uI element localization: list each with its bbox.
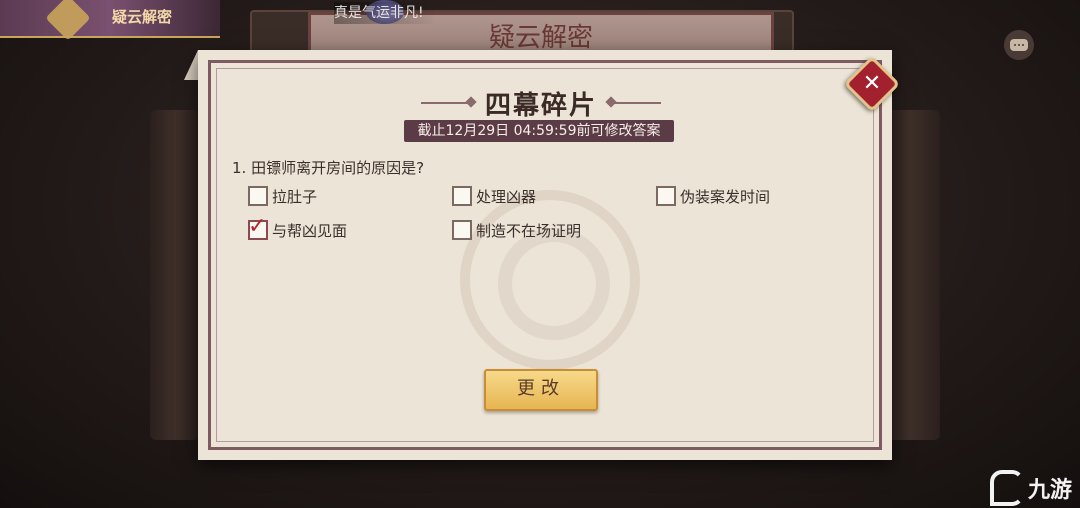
- deadline-banner: 截止12月29日 04:59:59前可修改答案: [404, 120, 674, 142]
- option-5[interactable]: 制造不在场证明: [452, 218, 581, 242]
- option-label: 处理凶器: [476, 187, 537, 206]
- title-ornament-left: [420, 102, 471, 104]
- option-3[interactable]: 伪装案发时间: [656, 184, 770, 208]
- brand-watermark: 九游: [990, 468, 1080, 508]
- event-badge-title: 疑云解密: [112, 8, 173, 26]
- emblem-icon: [45, 0, 91, 41]
- option-checkbox[interactable]: [656, 186, 676, 206]
- option-label: 制造不在场证明: [476, 221, 582, 240]
- option-1[interactable]: 拉肚子: [248, 184, 317, 208]
- background-scroll-left: [150, 110, 200, 440]
- dialog-title-row: 四幕碎片: [412, 86, 670, 121]
- option-checkbox[interactable]: [248, 186, 268, 206]
- event-badge[interactable]: 疑云解密: [0, 0, 220, 41]
- brand-logo-icon: [990, 470, 1024, 506]
- dialog-seal-watermark: [460, 190, 640, 370]
- chat-button[interactable]: [1004, 30, 1034, 60]
- checkmark-icon: ✓: [248, 214, 267, 239]
- option-checkbox[interactable]: [452, 186, 472, 206]
- option-checkbox[interactable]: [452, 220, 472, 240]
- question-text: 1. 田镖师离开房间的原因是?: [232, 159, 425, 177]
- edit-answer-button[interactable]: 更改: [484, 369, 598, 411]
- chat-banner: 真是气运非凡!: [334, 2, 436, 24]
- dialog-title: 四幕碎片: [484, 90, 597, 121]
- chat-message: 真是气运非凡!: [334, 5, 424, 21]
- option-label: 伪装案发时间: [680, 187, 771, 206]
- brand-name: 九游: [1028, 478, 1073, 503]
- option-label: 拉肚子: [272, 187, 318, 206]
- option-2[interactable]: 处理凶器: [452, 184, 536, 208]
- option-4[interactable]: ✓ 与帮凶见面: [248, 216, 348, 242]
- option-checkbox[interactable]: ✓: [248, 216, 268, 240]
- option-label: 与帮凶见面: [272, 221, 348, 240]
- title-ornament-right: [611, 102, 661, 104]
- chat-icon: [1010, 39, 1028, 51]
- close-icon: ✕: [862, 71, 882, 96]
